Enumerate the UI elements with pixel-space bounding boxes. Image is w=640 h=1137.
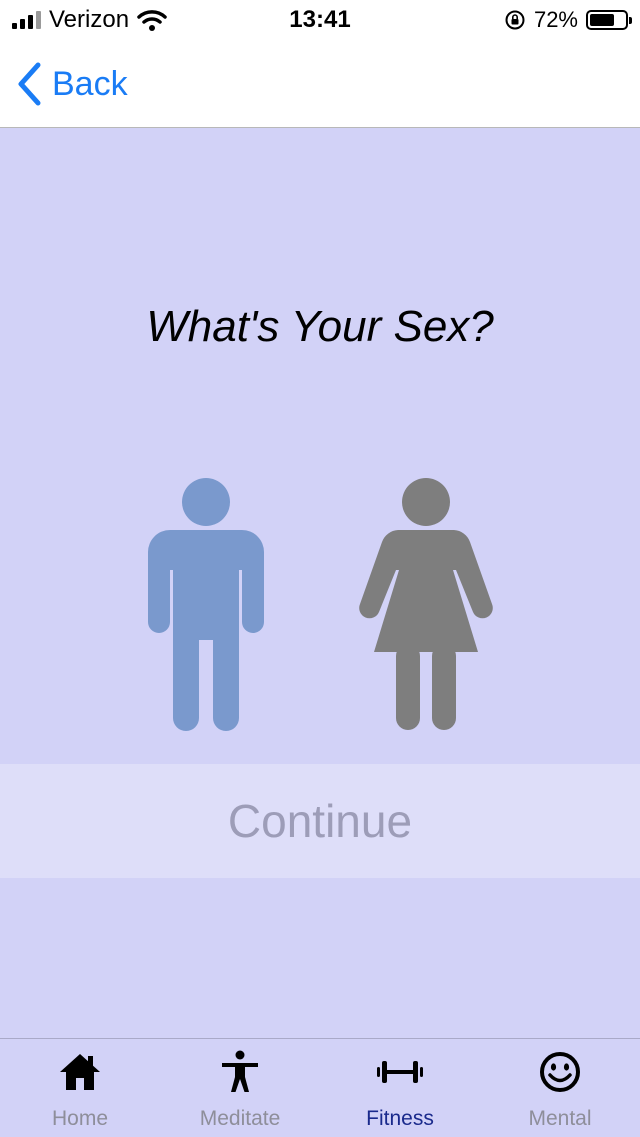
battery-percent: 72% bbox=[533, 7, 578, 32]
battery-icon bbox=[586, 10, 632, 30]
person-icon bbox=[222, 1050, 258, 1092]
smiley-icon bbox=[540, 1052, 580, 1092]
back-label: Back bbox=[52, 64, 128, 103]
tab-home[interactable]: Home bbox=[0, 1039, 160, 1137]
back-button[interactable]: Back bbox=[16, 62, 128, 106]
female-option[interactable] bbox=[356, 474, 496, 739]
status-bar: Verizon 13:41 72% bbox=[0, 0, 640, 40]
female-figure-icon bbox=[359, 478, 493, 730]
orientation-lock-icon bbox=[505, 10, 525, 30]
tab-bar: Home Meditate Fitness Mental bbox=[0, 1038, 640, 1137]
status-right-group: 72% bbox=[504, 6, 632, 34]
tab-fitness[interactable]: Fitness bbox=[320, 1039, 480, 1137]
tab-home-label: Home bbox=[51, 1107, 109, 1130]
tab-fitness-label: Fitness bbox=[366, 1107, 434, 1130]
tab-mental[interactable]: Mental bbox=[480, 1039, 640, 1137]
question-title: What's Your Sex? bbox=[146, 302, 494, 351]
male-option[interactable] bbox=[144, 474, 268, 739]
tab-meditate[interactable]: Meditate bbox=[160, 1039, 320, 1137]
chevron-left-icon bbox=[18, 62, 41, 106]
continue-button[interactable]: Continue bbox=[0, 764, 640, 878]
tab-mental-label: Mental bbox=[528, 1107, 592, 1130]
dumbbell-icon bbox=[377, 1061, 423, 1083]
male-figure-icon bbox=[148, 478, 264, 731]
house-icon bbox=[60, 1054, 100, 1090]
continue-label: Continue bbox=[227, 795, 413, 847]
tab-meditate-label: Meditate bbox=[199, 1107, 281, 1130]
main-content: What's Your Sex? Continue bbox=[0, 128, 640, 1038]
battery-fill bbox=[590, 14, 614, 26]
navigation-bar: Back bbox=[0, 40, 640, 128]
